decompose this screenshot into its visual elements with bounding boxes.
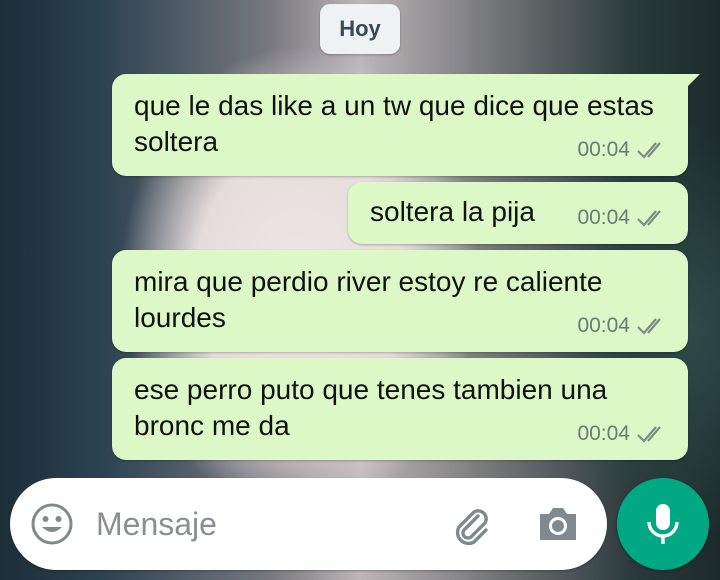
message-input-bar[interactable]: Mensaje — [10, 478, 607, 570]
camera-icon[interactable] — [536, 504, 580, 544]
message-time: 00:04 — [577, 422, 630, 445]
message-time: 00:04 — [577, 206, 630, 229]
message-meta: 00:04 — [577, 132, 670, 168]
message-input[interactable]: Mensaje — [96, 502, 217, 546]
message-bubble[interactable]: mira que perdio river estoy re caliente … — [112, 250, 688, 352]
message-bubble[interactable]: soltera la pija 00:04 — [348, 182, 688, 244]
message-bubble[interactable]: que le das like a un tw que dice que est… — [112, 74, 700, 176]
message-meta: 00:04 — [577, 416, 670, 452]
message-time: 00:04 — [577, 138, 630, 161]
microphone-button[interactable] — [617, 478, 709, 570]
message-bubble[interactable]: ese perro puto que tenes tambien una bro… — [112, 358, 688, 460]
double-check-icon — [637, 318, 661, 335]
emoji-icon[interactable] — [30, 502, 74, 546]
date-chip: Hoy — [320, 4, 400, 54]
bubble-tail — [686, 74, 700, 88]
message-meta: 00:04 — [577, 308, 670, 344]
double-check-icon — [637, 210, 661, 227]
message-time: 00:04 — [577, 314, 630, 337]
paperclip-icon[interactable] — [448, 502, 492, 546]
double-check-icon — [637, 426, 661, 443]
message-meta: 00:04 — [577, 200, 670, 236]
microphone-icon — [647, 504, 679, 544]
double-check-icon — [637, 142, 661, 159]
